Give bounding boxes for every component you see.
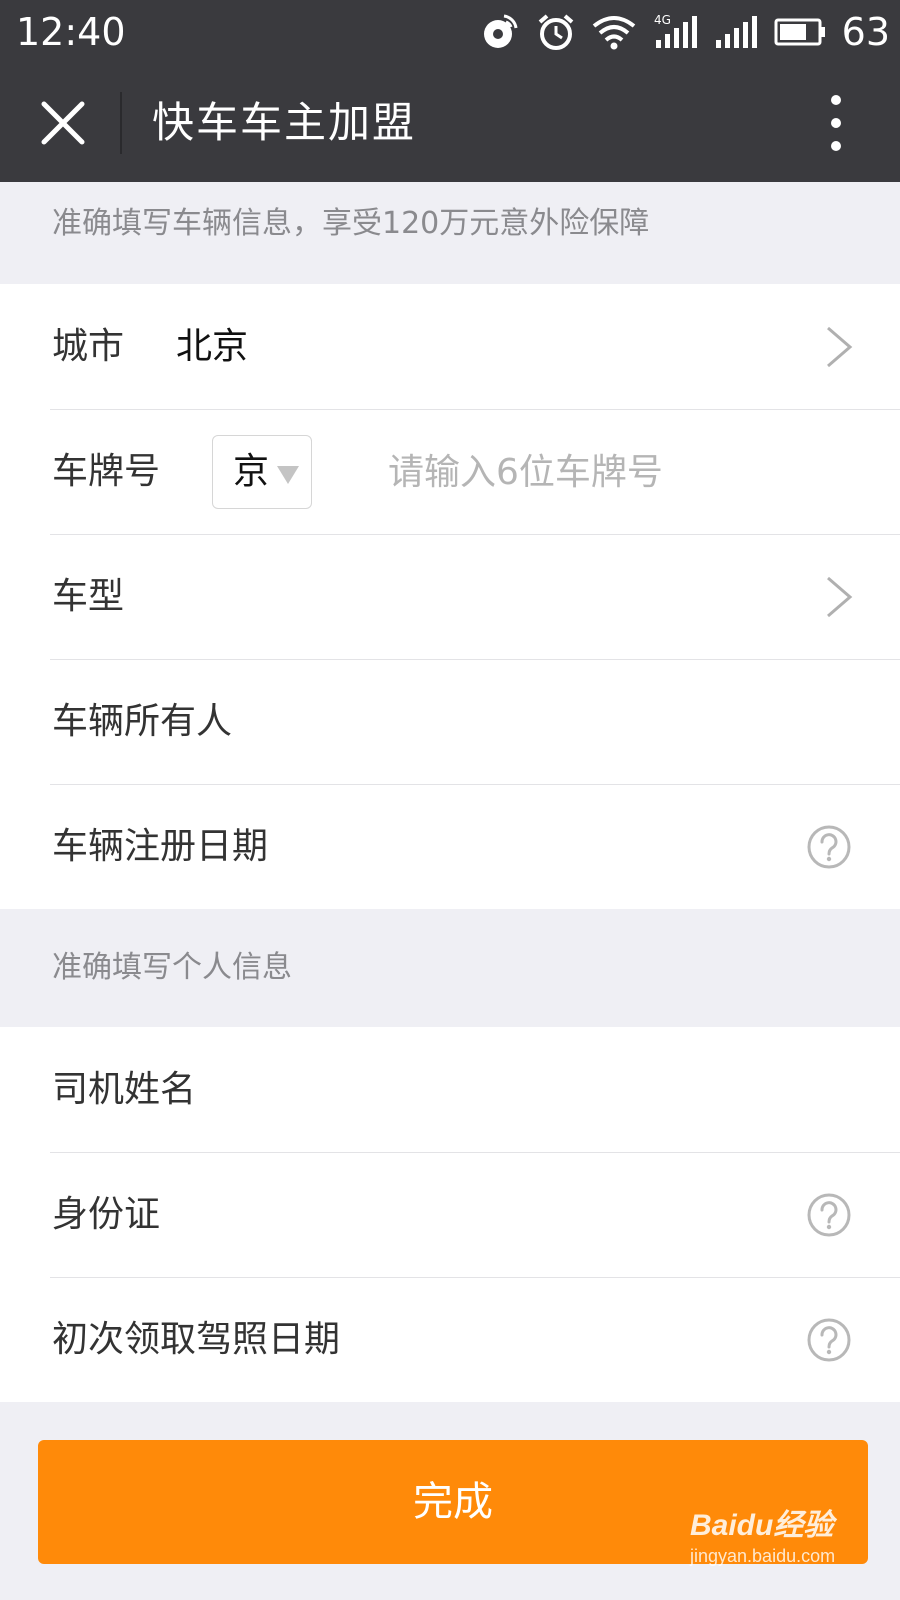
plate-label: 车牌号	[52, 451, 161, 492]
register-date-label: 车辆注册日期	[52, 826, 269, 867]
vehicle-section-hint: 准确填写车辆信息，享受120万元意外险保障	[0, 182, 900, 284]
alarm-icon	[538, 14, 573, 50]
owner-row[interactable]: 车辆所有人	[0, 659, 900, 784]
chevron-right-icon	[827, 326, 853, 368]
province-select[interactable]: 京	[212, 435, 312, 509]
id-card-row[interactable]: 身份证	[0, 1152, 900, 1277]
personal-hint-text: 准确填写个人信息	[52, 950, 292, 985]
license-date-label: 初次领取驾照日期	[52, 1319, 341, 1360]
city-value: 北京	[176, 326, 249, 367]
battery-percent: 63	[841, 10, 890, 54]
status-bar: 12:40 4G 63	[0, 0, 900, 64]
chevron-right-icon	[827, 576, 853, 618]
city-row[interactable]: 城市 北京	[0, 284, 900, 409]
page-title: 快车车主加盟	[152, 98, 417, 147]
vehicle-hint-text: 准确填写车辆信息，享受120万元意外险保障	[52, 206, 650, 241]
network-type-text: 4G	[654, 13, 671, 27]
driver-name-label: 司机姓名	[52, 1069, 197, 1110]
signal-4g-icon: 4G	[654, 13, 697, 48]
personal-section-hint: 准确填写个人信息	[0, 909, 900, 1027]
owner-label: 车辆所有人	[52, 701, 233, 742]
signal-icon	[715, 16, 757, 48]
province-value: 京	[233, 451, 270, 492]
help-icon[interactable]	[806, 1317, 852, 1363]
close-icon	[41, 101, 85, 145]
watermark-logo: Baidu经验 jingyan.baidu.com	[690, 1500, 890, 1580]
city-label: 城市	[52, 326, 125, 367]
status-icons: 4G 63	[480, 8, 890, 56]
more-vertical-icon	[831, 95, 841, 151]
battery-icon	[774, 18, 825, 46]
status-time: 12:40	[16, 10, 126, 54]
plate-number-input[interactable]	[388, 429, 868, 515]
id-card-label: 身份证	[52, 1194, 161, 1235]
watermark-url: jingyan.baidu.com	[690, 1546, 836, 1566]
help-icon[interactable]	[806, 1192, 852, 1238]
personal-form: 司机姓名 身份证 初次领取驾照日期	[0, 1027, 900, 1402]
license-date-row[interactable]: 初次领取驾照日期	[0, 1277, 900, 1402]
help-icon[interactable]	[806, 824, 852, 870]
driver-name-row[interactable]: 司机姓名	[0, 1027, 900, 1152]
model-label: 车型	[52, 576, 125, 617]
vehicle-form: 城市 北京 车牌号 京 车型 车辆所有人 车辆注册日期	[0, 284, 900, 909]
close-button[interactable]	[28, 88, 98, 158]
title-bar: 快车车主加盟	[0, 64, 900, 182]
watermark-brand: Baidu经验	[690, 1509, 834, 1542]
wifi-icon	[592, 16, 635, 50]
more-menu-button[interactable]	[816, 88, 856, 158]
model-row[interactable]: 车型	[0, 534, 900, 659]
dropdown-arrow-icon	[277, 466, 299, 484]
register-date-row[interactable]: 车辆注册日期	[0, 784, 900, 909]
title-divider	[120, 92, 122, 154]
location-icon	[483, 14, 518, 48]
plate-row: 车牌号 京	[0, 409, 900, 534]
